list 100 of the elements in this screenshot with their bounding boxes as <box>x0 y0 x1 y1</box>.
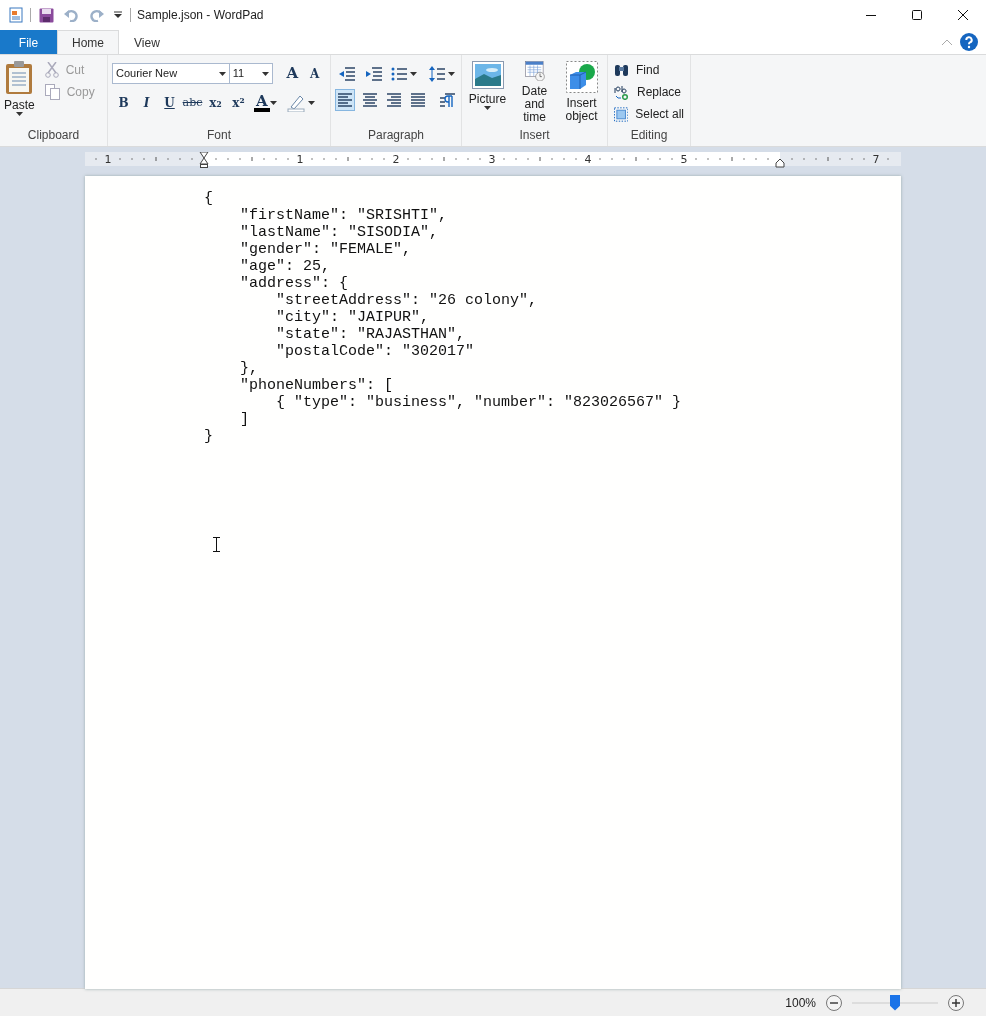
scissors-icon <box>44 62 59 78</box>
align-left-button[interactable] <box>335 89 356 111</box>
insert-datetime-button[interactable]: Date and time <box>513 59 556 126</box>
redo-icon <box>89 8 104 22</box>
code-line: { <box>204 190 214 207</box>
ruler-number: 5 <box>680 153 688 166</box>
ruler-number: 4 <box>584 153 592 166</box>
code-line: }, <box>239 360 259 377</box>
caret-icon <box>307 101 315 105</box>
code-line: "gender": "FEMALE", <box>239 241 413 258</box>
superscript-button[interactable]: x² <box>227 92 250 114</box>
code-line: "firstName": "SRISHTI", <box>239 207 449 224</box>
code-line: "phoneNumbers": [ <box>239 377 395 394</box>
select-all-icon <box>614 106 629 122</box>
code-line: "age": 25, <box>239 258 332 275</box>
code-line: { "type": "business", "number": "823026567" } <box>275 394 682 411</box>
ruler-number: 2 <box>392 153 400 166</box>
align-center-icon <box>361 92 378 108</box>
line-spacing-icon <box>429 66 445 82</box>
customize-button[interactable] <box>112 9 124 21</box>
ruler[interactable]: 1 1 2 3 4 5 7 <box>85 152 901 168</box>
increase-indent-icon <box>365 67 382 81</box>
group-label: Insert <box>518 127 551 144</box>
code-line: ] <box>239 411 250 428</box>
code-line: "postalCode": "302017" <box>275 343 476 360</box>
zoom-out-button[interactable] <box>826 994 842 1011</box>
line-spacing-button[interactable] <box>427 64 457 84</box>
group-label: Editing <box>629 127 669 144</box>
right-indent-marker[interactable] <box>775 158 785 168</box>
caret-icon <box>261 71 269 76</box>
minus-icon <box>826 994 842 1011</box>
zoom-level: 100% <box>785 994 816 1012</box>
align-left-icon <box>337 92 354 108</box>
indent-marker[interactable] <box>199 152 209 168</box>
zoom-slider[interactable] <box>852 994 938 1011</box>
code-line: "streetAddress": "26 colony", <box>275 292 539 309</box>
text-cursor-icon <box>213 537 220 552</box>
ruler-number: 7 <box>872 153 880 166</box>
slider-thumb[interactable] <box>890 994 900 1011</box>
binoculars-icon <box>614 63 629 77</box>
underline-button[interactable]: U <box>158 92 181 114</box>
save-icon <box>39 7 54 23</box>
collapse-ribbon-icon <box>942 39 952 45</box>
shrink-font-button[interactable]: A <box>303 63 326 84</box>
code-line: "address": { <box>239 275 350 292</box>
clipboard-icon <box>5 61 34 95</box>
align-justify-icon <box>410 92 427 108</box>
decrease-indent-icon <box>338 67 355 81</box>
align-right-icon <box>386 92 402 108</box>
paragraph-icon <box>438 92 455 108</box>
bold-button[interactable]: B <box>112 92 135 114</box>
caret-icon <box>448 72 455 76</box>
copy-icon <box>44 84 60 100</box>
file-menu-button[interactable]: File <box>0 30 57 54</box>
grow-font-button[interactable]: A <box>280 63 304 84</box>
undo-icon <box>64 8 79 22</box>
replace-button[interactable]: Replace <box>612 81 686 103</box>
window-title: Sample.json - WordPad <box>137 7 264 24</box>
group-label: Clipboard <box>26 127 81 144</box>
ribbon-tab[interactable]: Home <box>57 30 119 54</box>
ruler-number: 1 <box>104 153 112 166</box>
code-line: "city": "JAIPUR", <box>275 309 431 326</box>
code-line: "state": "RAJASTHAN", <box>275 326 467 343</box>
insert-picture-button[interactable]: Picture <box>466 59 509 126</box>
ruler-number: 3 <box>488 153 496 166</box>
minimize-icon <box>866 14 876 16</box>
selectall-button[interactable]: Select all <box>612 103 686 125</box>
zoom-in-button[interactable] <box>948 994 964 1011</box>
code-line: "lastName": "SISODIA", <box>239 224 440 241</box>
font-size-dropdown[interactable]: 11 <box>229 63 273 84</box>
object-icon <box>565 61 598 93</box>
caret-icon <box>269 101 277 105</box>
bullet-list-icon <box>391 67 407 81</box>
code-line: } <box>204 428 214 445</box>
group-label: Font <box>206 127 232 144</box>
font-color-button[interactable]: A <box>254 94 270 112</box>
bullet-list-button[interactable] <box>389 65 419 83</box>
dropdown-icon <box>114 11 122 19</box>
replace-icon <box>614 84 630 100</box>
font-family-dropdown[interactable]: Courier New <box>112 63 230 84</box>
help-icon <box>960 33 978 51</box>
caret-icon <box>218 71 226 76</box>
find-button[interactable]: Find <box>612 59 686 81</box>
caret-icon <box>484 106 491 110</box>
group-label: Paragraph <box>366 127 425 144</box>
paste-button[interactable]: Paste <box>4 59 35 126</box>
maximize-icon <box>912 10 922 20</box>
strikethrough-button[interactable]: abc <box>181 92 204 114</box>
highlighter-icon <box>286 94 305 112</box>
ruler-number: 1 <box>296 153 304 166</box>
subscript-button[interactable]: x₂ <box>204 92 227 114</box>
caret-icon <box>15 112 23 116</box>
close-icon <box>958 10 968 20</box>
app-icon <box>8 7 24 23</box>
plus-icon <box>948 994 964 1011</box>
landscape-icon <box>471 61 504 89</box>
insert-object-button[interactable]: Insert object <box>560 59 603 126</box>
ribbon-tab[interactable]: View <box>119 30 175 54</box>
italic-button[interactable]: I <box>135 92 158 114</box>
caret-icon <box>410 72 417 76</box>
